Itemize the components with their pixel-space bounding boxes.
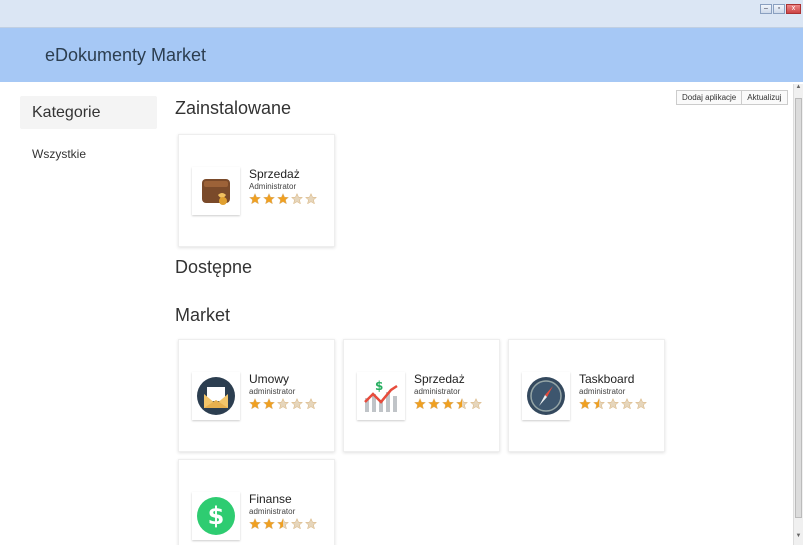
app-name: Sprzedaż (249, 167, 300, 181)
star-full-icon (249, 518, 261, 530)
app-card[interactable]: $ Sprzedaż administrator (343, 339, 500, 452)
section-title-market: Market (175, 305, 231, 325)
app-author: Administrator (249, 182, 297, 191)
section-title-installed: Zainstalowane (175, 98, 292, 118)
rating-stars (414, 398, 482, 410)
star-empty-icon (291, 398, 303, 410)
category-sidebar: Kategorie Wszystkie (20, 96, 157, 161)
rating-stars (249, 518, 317, 530)
wallet-icon (192, 167, 240, 215)
star-full-icon (277, 193, 289, 205)
star-full-icon (249, 398, 261, 410)
compass-icon (522, 372, 570, 420)
star-empty-icon (607, 398, 619, 410)
app-card[interactable]: Sprzedaż Administrator (178, 134, 335, 247)
svg-text:$: $ (375, 379, 383, 393)
window-titlebar: – ▫ x (0, 0, 803, 28)
star-empty-icon (305, 398, 317, 410)
svg-text:$: $ (208, 502, 225, 530)
star-empty-icon (277, 398, 289, 410)
app-name: Finanse (249, 492, 292, 506)
star-empty-icon (305, 518, 317, 530)
app-title: eDokumenty Market (45, 45, 207, 65)
star-empty-icon (291, 518, 303, 530)
app-author: administrator (249, 507, 296, 516)
app-name: Sprzedaż (414, 372, 465, 386)
app-window: – ▫ x eDokumenty Market Kategorie Wszyst… (0, 0, 803, 545)
star-full-icon (414, 398, 426, 410)
scroll-thumb[interactable] (795, 98, 802, 518)
star-empty-icon (305, 193, 317, 205)
star-full-icon (442, 398, 454, 410)
star-half-icon (593, 398, 605, 410)
update-button[interactable]: Aktualizuj (742, 90, 788, 105)
vertical-scrollbar[interactable]: ▲ ▼ (793, 84, 803, 545)
app-card[interactable]: $ Finanse administrator (178, 459, 335, 545)
app-name: Umowy (249, 372, 290, 386)
minimize-button[interactable]: – (760, 4, 772, 14)
contract-envelope-icon (192, 372, 240, 420)
rating-stars (249, 193, 317, 205)
dollar-icon: $ (192, 492, 240, 540)
star-empty-icon (470, 398, 482, 410)
app-name: Taskboard (579, 372, 635, 386)
star-half-icon (456, 398, 468, 410)
app-author: administrator (249, 387, 296, 396)
add-app-button[interactable]: Dodaj aplikacje (676, 90, 743, 105)
star-empty-icon (635, 398, 647, 410)
maximize-button[interactable]: ▫ (773, 4, 785, 14)
sales-chart-icon: $ (357, 372, 405, 420)
app-card[interactable]: Umowy administrator (178, 339, 335, 452)
app-card[interactable]: Taskboard administrator (508, 339, 665, 452)
section-title-available: Dostępne (175, 257, 253, 277)
star-empty-icon (291, 193, 303, 205)
rating-stars (579, 398, 647, 410)
toolbar: Dodaj aplikacje Aktualizuj (676, 90, 788, 105)
app-author: administrator (579, 387, 626, 396)
app-header: eDokumenty Market (0, 28, 803, 82)
close-button[interactable]: x (786, 4, 801, 14)
rating-stars (249, 398, 317, 410)
star-full-icon (263, 193, 275, 205)
app-author: administrator (414, 387, 461, 396)
star-full-icon (263, 398, 275, 410)
star-empty-icon (621, 398, 633, 410)
sidebar-item-all[interactable]: Wszystkie (20, 147, 157, 161)
star-half-icon (277, 518, 289, 530)
sidebar-title: Kategorie (20, 96, 157, 129)
scroll-up-icon[interactable]: ▲ (794, 84, 803, 96)
star-full-icon (428, 398, 440, 410)
scroll-down-icon[interactable]: ▼ (794, 533, 803, 545)
star-full-icon (249, 193, 261, 205)
window-controls: – ▫ x (760, 4, 801, 14)
star-full-icon (263, 518, 275, 530)
star-full-icon (579, 398, 591, 410)
